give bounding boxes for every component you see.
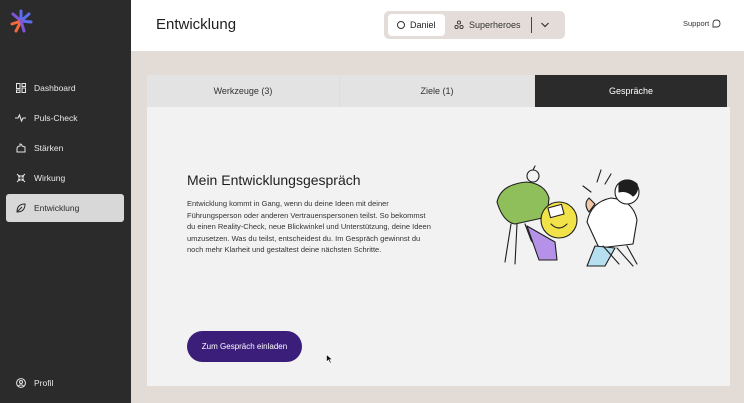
- team-switch-label: Superheroes: [469, 20, 521, 30]
- chevron-down-icon[interactable]: [540, 18, 550, 37]
- tab-werkzeuge[interactable]: Werkzeuge (3): [147, 75, 339, 107]
- sidebar-item-label: Entwicklung: [34, 203, 80, 213]
- user-circle-icon: [397, 21, 405, 29]
- leaf-icon: [15, 203, 26, 214]
- user-switch-button[interactable]: Daniel: [388, 14, 445, 36]
- tab-bar: Werkzeuge (3) Ziele (1) Gespräche: [147, 75, 727, 107]
- tab-ziele[interactable]: Ziele (1): [340, 75, 534, 107]
- logo-icon[interactable]: [8, 8, 34, 34]
- page-title: Entwicklung: [156, 16, 237, 33]
- mouse-cursor-icon: [326, 351, 334, 369]
- sidebar-item-staerken[interactable]: Stärken: [6, 134, 124, 162]
- sidebar-item-label: Stärken: [34, 143, 64, 153]
- strength-icon: [15, 143, 26, 154]
- dashboard-icon: [15, 83, 26, 94]
- pulse-icon: [15, 113, 26, 124]
- tab-gespraeche[interactable]: Gespräche: [535, 75, 727, 107]
- sidebar-item-dashboard[interactable]: Dashboard: [6, 74, 124, 102]
- support-button[interactable]: Support: [683, 19, 721, 28]
- sidebar-item-label: Dashboard: [34, 83, 76, 93]
- sidebar-item-puls-check[interactable]: Puls-Check: [6, 104, 124, 132]
- team-switch-button[interactable]: Superheroes: [454, 14, 521, 36]
- team-icon: [454, 20, 464, 30]
- user-switch-label: Daniel: [410, 20, 436, 30]
- impact-icon: [15, 173, 26, 184]
- sidebar-item-wirkung[interactable]: Wirkung: [6, 164, 124, 192]
- sidebar-item-label: Wirkung: [34, 173, 66, 183]
- sidebar-item-profil[interactable]: Profil: [6, 369, 124, 397]
- invite-conversation-button[interactable]: Zum Gespräch einladen: [187, 331, 302, 362]
- sidebar-item-label: Profil: [34, 378, 54, 388]
- support-chat-icon: [712, 19, 721, 28]
- support-label: Support: [683, 19, 710, 28]
- context-switcher: Daniel Superheroes: [384, 11, 565, 39]
- conversation-illustration: [487, 162, 657, 277]
- panel-description: Entwicklung kommt in Gang, wenn du deine…: [187, 199, 431, 254]
- sidebar: Dashboard Puls-Check Stärken Wirkung Ent…: [0, 0, 131, 403]
- sidebar-item-entwicklung[interactable]: Entwicklung: [6, 194, 124, 222]
- user-icon: [15, 378, 26, 389]
- sidebar-item-label: Puls-Check: [34, 113, 78, 123]
- top-header: Entwicklung Daniel Superheroes Support: [131, 0, 744, 51]
- sidebar-nav: Dashboard Puls-Check Stärken Wirkung Ent…: [6, 74, 124, 224]
- sidebar-profile: Profil: [6, 369, 124, 399]
- content-panel: Mein Entwicklungsgespräch Entwicklung ko…: [147, 107, 730, 386]
- panel-title: Mein Entwicklungsgespräch: [187, 172, 361, 188]
- divider: [531, 17, 532, 33]
